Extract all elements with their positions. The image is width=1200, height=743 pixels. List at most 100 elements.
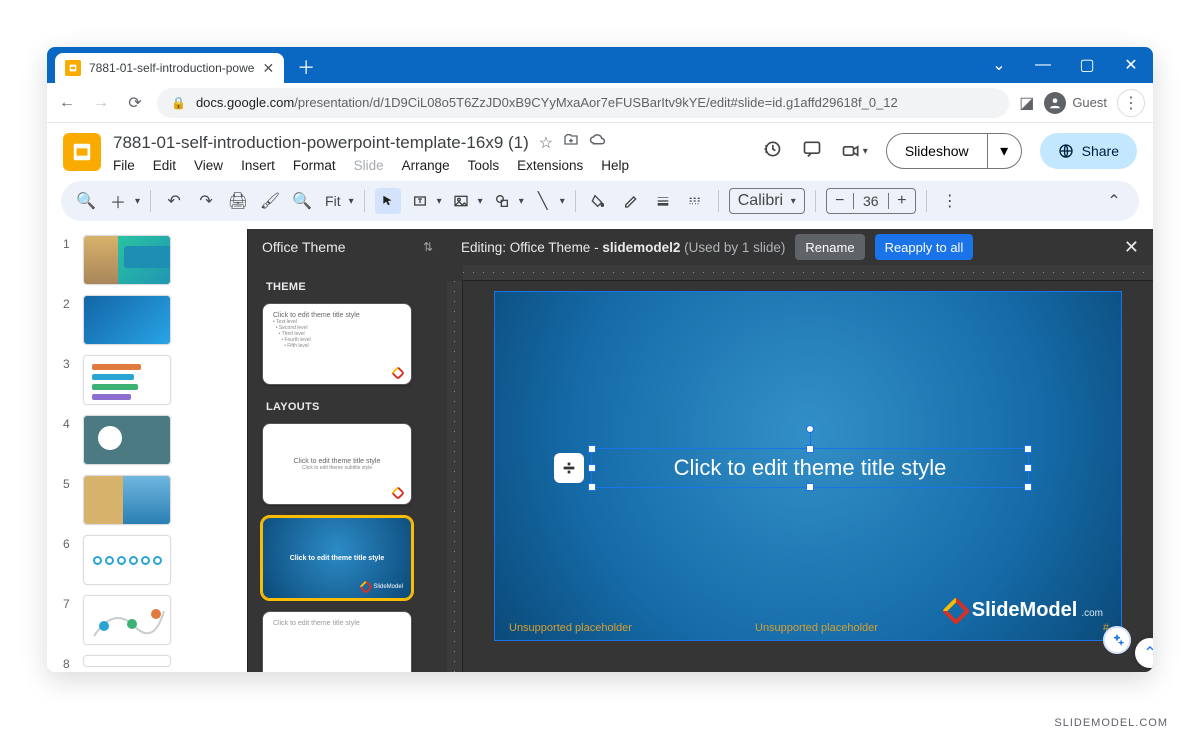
select-tool-icon[interactable] (375, 188, 401, 214)
menu-extensions[interactable]: Extensions (517, 158, 583, 173)
menu-file[interactable]: File (113, 158, 135, 173)
border-color-icon[interactable] (618, 188, 644, 214)
slide-stage[interactable]: Click to edit theme title style SlideMod… (463, 281, 1153, 672)
share-button[interactable]: Share (1040, 133, 1137, 169)
font-select[interactable]: Calibri ▾ (729, 188, 805, 214)
filmstrip-slide[interactable]: 7 (63, 595, 237, 645)
comments-icon[interactable] (801, 139, 823, 164)
print-icon[interactable]: 🖨 (225, 188, 251, 214)
address-url: docs.google.com/presentation/d/1D9CiL08o… (196, 95, 898, 110)
redo-icon[interactable]: ↷ (193, 188, 219, 214)
theme-sort-icon[interactable]: ⇅ (423, 240, 433, 254)
reapply-button[interactable]: Reapply to all (875, 234, 974, 260)
font-size-input[interactable]: 36 (853, 193, 889, 209)
star-icon[interactable]: ☆ (539, 133, 553, 153)
collapse-toolbar-icon[interactable]: ⌃ (1101, 188, 1127, 214)
toolbar-overflow-icon[interactable]: ⋮ (937, 188, 963, 214)
banner-close-icon[interactable]: ✕ (1124, 237, 1139, 258)
line-tool-icon[interactable]: ╲ (530, 188, 556, 214)
unsupported-placeholder-label: Unsupported placeholder (509, 622, 632, 634)
filmstrip-slide[interactable]: 5 (63, 475, 237, 525)
document-title[interactable]: 7881-01-self-introduction-powerpoint-tem… (113, 133, 529, 153)
window-minimize-icon[interactable]: ― (1021, 53, 1065, 77)
border-dash-icon[interactable] (682, 188, 708, 214)
browser-overflow-icon[interactable]: ⋮ (1117, 89, 1145, 117)
present-video-button[interactable]: ▾ (841, 141, 868, 161)
tab-close-icon[interactable]: ✕ (262, 60, 274, 77)
profile-avatar-icon (1044, 92, 1066, 114)
new-slide-button[interactable]: ＋ (105, 188, 131, 214)
rotate-handle[interactable] (806, 425, 814, 433)
slides-app-icon[interactable] (63, 133, 101, 171)
theme-section-label: THEME (266, 281, 433, 293)
panel-icon[interactable]: ◪ (1019, 93, 1034, 113)
zoom-select[interactable]: Fit (321, 193, 345, 209)
slideshow-button[interactable]: Slideshow (887, 134, 987, 168)
present-fab-icon[interactable]: ⌃ (1135, 638, 1153, 668)
window-close-icon[interactable]: ✕ (1109, 53, 1153, 77)
filmstrip-slide[interactable]: 3 (63, 355, 237, 405)
slide-canvas[interactable]: Click to edit theme title style SlideMod… (494, 291, 1122, 641)
explore-fab-icon[interactable] (1103, 626, 1131, 654)
cloud-status-icon[interactable] (589, 131, 607, 154)
menu-tools[interactable]: Tools (468, 158, 500, 173)
address-bar[interactable]: 🔒 docs.google.com/presentation/d/1D9CiL0… (157, 88, 1009, 118)
font-size-decrease[interactable]: − (827, 192, 853, 210)
nav-back-icon[interactable]: ← (55, 94, 79, 112)
menu-format[interactable]: Format (293, 158, 336, 173)
border-weight-icon[interactable] (650, 188, 676, 214)
textbox-tool-icon[interactable] (407, 188, 433, 214)
placeholder-text[interactable]: Click to edit theme title style (592, 449, 1028, 487)
move-icon[interactable] (563, 132, 579, 153)
new-tab-button[interactable]: ＋ (292, 53, 320, 81)
menu-arrange[interactable]: Arrange (402, 158, 450, 173)
browser-tab[interactable]: 7881-01-self-introduction-powe ✕ (55, 53, 284, 83)
menu-edit[interactable]: Edit (153, 158, 176, 173)
placeholder-badge-icon[interactable] (554, 453, 584, 483)
lock-icon: 🔒 (171, 96, 186, 110)
rename-button[interactable]: Rename (795, 234, 864, 260)
browser-toolbar: ← → ⟳ 🔒 docs.google.com/presentation/d/1… (47, 83, 1153, 123)
browser-window: 7881-01-self-introduction-powe ✕ ＋ ⌄ ― ▢… (47, 47, 1153, 672)
slidemodel-logo-icon (942, 596, 970, 624)
paint-format-icon[interactable]: 🖌 (257, 188, 283, 214)
nav-reload-icon[interactable]: ⟳ (123, 93, 147, 113)
title-placeholder[interactable]: Click to edit theme title style (591, 448, 1029, 488)
profile-chip[interactable]: Guest (1044, 92, 1107, 114)
slides-favicon (65, 60, 81, 76)
menu-view[interactable]: View (194, 158, 223, 173)
slideshow-split-button[interactable]: ▾ (987, 134, 1021, 168)
unsupported-placeholder-label: Unsupported placeholder (755, 622, 878, 634)
ruler-horizontal (463, 265, 1153, 281)
filmstrip-slide[interactable]: 4 (63, 415, 237, 465)
fill-color-icon[interactable] (586, 188, 612, 214)
menu-insert[interactable]: Insert (241, 158, 275, 173)
search-menu-icon[interactable]: 🔍 (73, 188, 99, 214)
theme-master-thumb[interactable]: Click to edit theme title style • Text l… (262, 303, 412, 385)
nav-forward-icon[interactable]: → (89, 94, 113, 112)
history-icon[interactable] (761, 139, 783, 164)
slide-logo: SlideModel.com (946, 599, 1103, 622)
image-tool-icon[interactable] (448, 188, 474, 214)
layout-thumb[interactable]: Click to edit theme title style Click to… (262, 423, 412, 505)
layout-thumb-selected[interactable]: Click to edit theme title style SlideMod… (262, 517, 412, 599)
menu-slide[interactable]: Slide (354, 158, 384, 173)
layouts-section-label: LAYOUTS (266, 401, 433, 413)
window-caret-icon[interactable]: ⌄ (977, 53, 1021, 77)
filmstrip-slide[interactable]: 1 (63, 235, 237, 285)
shape-tool-icon[interactable] (489, 188, 515, 214)
layout-thumb[interactable]: Click to edit theme title style (262, 611, 412, 672)
filmstrip-slide[interactable]: 6 (63, 535, 237, 585)
menu-help[interactable]: Help (601, 158, 629, 173)
font-size-increase[interactable]: + (889, 192, 915, 210)
zoom-out-icon[interactable]: 🔍 (289, 188, 315, 214)
theme-panel: Office Theme ⇅ THEME Click to edit theme… (247, 229, 447, 672)
filmstrip[interactable]: 1 2 3 4 5 6 7 (47, 229, 247, 672)
filmstrip-slide[interactable]: 2 (63, 295, 237, 345)
font-size-group: − 36 + (826, 188, 916, 214)
undo-icon[interactable]: ↶ (161, 188, 187, 214)
canvas-area: Editing: Office Theme - slidemodel2 (Use… (447, 229, 1153, 672)
filmstrip-slide[interactable]: 8 (63, 655, 237, 671)
window-maximize-icon[interactable]: ▢ (1065, 53, 1109, 77)
page-watermark: SLIDEMODEL.COM (1054, 717, 1168, 729)
